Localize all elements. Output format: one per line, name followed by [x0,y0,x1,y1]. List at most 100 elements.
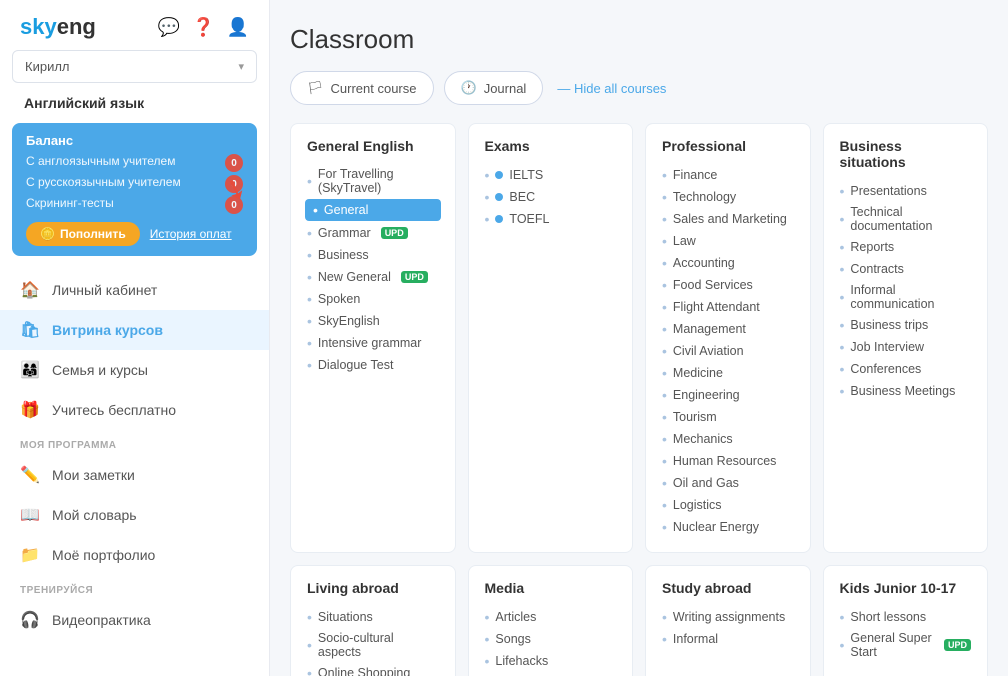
card-list: For Travelling (SkyTravel)GeneralGrammar… [307,164,439,376]
list-item[interactable]: Informal communication [840,280,972,314]
list-item[interactable]: Tourism [662,406,794,428]
list-item[interactable]: Contracts [840,258,972,280]
card-list: IELTS BECTOEFL [485,164,617,230]
current-course-label: Current course [331,81,417,96]
journal-button[interactable]: 🕐 Journal [444,71,544,105]
sidebar-item-courses[interactable]: 🛍 Витрина курсов [0,310,269,350]
balance-label-3: Скрининг-тесты [26,196,114,214]
list-item[interactable]: Articles [485,606,617,628]
topup-button[interactable]: 🪙 Пополнить [26,222,140,246]
list-item[interactable]: Reports [840,236,972,258]
list-item[interactable]: Songs [485,628,617,650]
list-item[interactable]: Food Services [662,274,794,296]
list-item[interactable]: Technical documentation [840,202,972,236]
card-title: Exams [485,138,617,154]
chat-icon[interactable]: 💬 [158,17,180,38]
sidebar-label-video: Видеопрактика [52,612,151,628]
list-item[interactable]: Mechanics [662,428,794,450]
list-item[interactable]: General [305,199,441,221]
sidebar-item-portfolio[interactable]: 📁 Моё портфолио [0,535,269,575]
list-item[interactable]: Human Resources [662,450,794,472]
list-item[interactable]: Civil Aviation [662,340,794,362]
list-item[interactable]: Accounting [662,252,794,274]
sidebar-item-free[interactable]: 🎁 Учитесь бесплатно [0,390,269,430]
list-item[interactable]: Informal [662,628,794,650]
user-dropdown[interactable]: Кирилл ▾ [12,50,257,83]
gift-icon: 🎁 [20,400,40,420]
item-label: Conferences [850,362,921,376]
item-label: IELTS [509,168,543,182]
list-item[interactable]: General Super StartUPD [840,628,972,662]
list-item[interactable]: Spoken [307,288,439,310]
list-item[interactable]: Online Shopping [307,662,439,676]
folder-icon: 📁 [20,545,40,565]
list-item[interactable]: Business trips [840,314,972,336]
card-list: ArticlesSongsLifehacksNewsUPDGamesAudiob… [485,606,617,676]
list-item[interactable]: Short lessons [840,606,972,628]
list-item[interactable]: Intensive grammar [307,332,439,354]
item-label: Sales and Marketing [673,212,787,226]
item-label: Spoken [318,292,360,306]
item-label: Flight Attendant [673,300,760,314]
list-item[interactable]: TOEFL [485,208,617,230]
hide-all-link[interactable]: — Hide all courses [557,81,666,96]
sidebar-item-family[interactable]: 👨‍👩‍👧 Семья и курсы [0,350,269,390]
item-label: Writing assignments [673,610,785,624]
list-item[interactable]: Logistics [662,494,794,516]
toolbar: 🏳 Current course 🕐 Journal — Hide all co… [290,71,988,105]
item-label: Lifehacks [495,654,548,668]
list-item[interactable]: Situations [307,606,439,628]
item-label: Articles [495,610,536,624]
help-icon[interactable]: ❓ [192,17,214,38]
item-label: Reports [850,240,894,254]
list-item[interactable]: Dialogue Test [307,354,439,376]
list-item[interactable]: New GeneralUPD [307,266,439,288]
item-label: Medicine [673,366,723,380]
list-item[interactable]: Finance [662,164,794,186]
list-item[interactable]: For Travelling (SkyTravel) [307,164,439,198]
list-item[interactable]: Presentations [840,180,972,202]
sidebar-label-vocab: Мой словарь [52,507,137,523]
list-item[interactable]: Oil and Gas [662,472,794,494]
item-label: Accounting [673,256,735,270]
item-label: Contracts [850,262,904,276]
list-item[interactable]: Technology [662,186,794,208]
list-item[interactable]: Nuclear Energy [662,516,794,538]
journal-label: Journal [484,81,527,96]
item-label: Engineering [673,388,740,402]
item-label: Business trips [850,318,928,332]
sidebar-item-vocabulary[interactable]: 📖 Мой словарь [0,495,269,535]
list-item[interactable]: Engineering [662,384,794,406]
list-item[interactable]: Law [662,230,794,252]
list-item[interactable]: IELTS [485,164,617,186]
list-item[interactable]: GrammarUPD [307,222,439,244]
item-label: Situations [318,610,373,624]
dot-icon [495,215,503,223]
flag-icon: 🏳 [307,80,324,96]
current-course-button[interactable]: 🏳 Current course [290,71,434,105]
list-item[interactable]: Socio-cultural aspects [307,628,439,662]
history-button[interactable]: История оплат [150,227,232,241]
list-item[interactable]: Business Meetings [840,380,972,402]
item-label: Online Shopping [318,666,410,676]
list-item[interactable]: Writing assignments [662,606,794,628]
sidebar-item-notes[interactable]: ✏️ Мои заметки [0,455,269,495]
course-card-business-situations: Business situationsPresentationsTechnica… [823,123,989,553]
user-icon[interactable]: 👤 [227,17,249,38]
list-item[interactable]: Business [307,244,439,266]
balance-box: Баланс С англоязычным учителем 0 С русск… [12,123,257,256]
list-item[interactable]: Management [662,318,794,340]
clock-icon: 🕐 [461,80,477,96]
sidebar-item-video[interactable]: 🎧 Видеопрактика [0,600,269,640]
list-item[interactable]: Medicine [662,362,794,384]
list-item[interactable]: BEC [485,186,617,208]
list-item[interactable]: Lifehacks [485,650,617,672]
list-item[interactable]: Conferences [840,358,972,380]
sidebar-item-cabinet[interactable]: 🏠 Личный кабинет [0,270,269,310]
list-item[interactable]: Flight Attendant [662,296,794,318]
list-item[interactable]: NewsUPD [485,672,617,676]
item-label: Business Meetings [850,384,955,398]
list-item[interactable]: SkyEnglish [307,310,439,332]
list-item[interactable]: Job Interview [840,336,972,358]
list-item[interactable]: Sales and Marketing [662,208,794,230]
